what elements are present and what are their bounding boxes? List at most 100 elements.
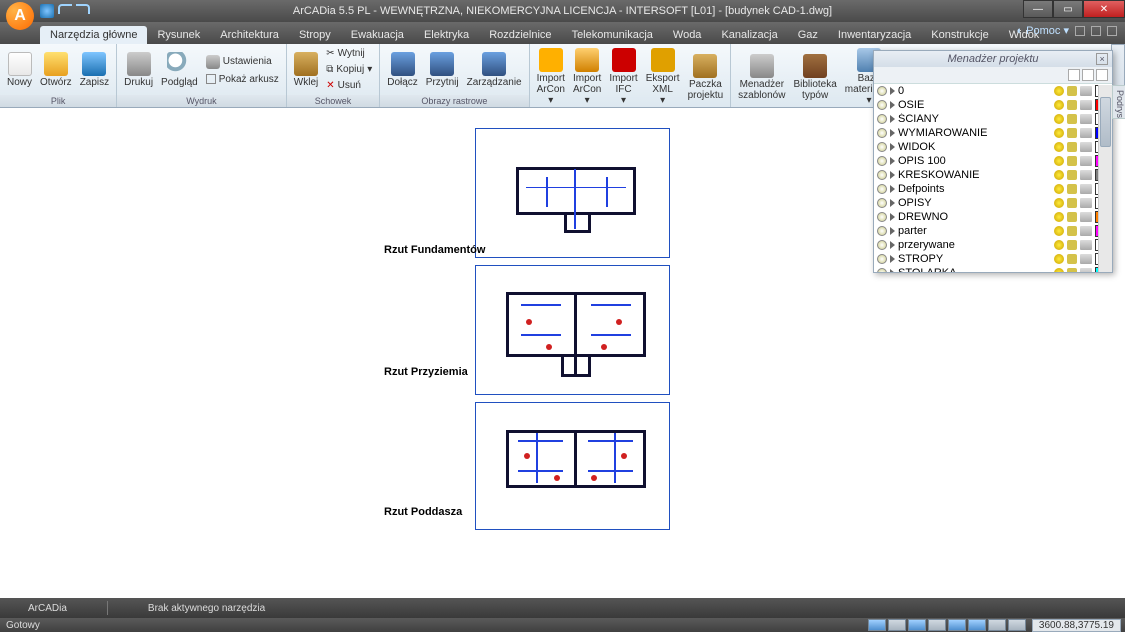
layer-expand-icon[interactable] [890,171,895,179]
open-button[interactable]: Otwórz [37,50,75,90]
layer-expand-icon[interactable] [890,157,895,165]
maximize-button[interactable]: ▭ [1053,0,1083,18]
bulb-icon[interactable] [1054,226,1064,236]
qat-redo-icon[interactable] [76,4,90,14]
panel-side-tab[interactable]: Podrys [1112,85,1125,119]
copy-button[interactable]: ⧉Kopiuj ▾ [323,62,375,77]
help-button[interactable]: ◐ Pomoc ▾ [1016,24,1069,37]
status-toggle-button[interactable] [868,619,886,631]
minimize-button[interactable]: — [1023,0,1053,18]
tab-elektryka[interactable]: Elektryka [414,26,479,44]
tab-inwentaryzacja[interactable]: Inwentaryzacja [828,26,921,44]
lock-icon[interactable] [1067,86,1077,96]
print-button[interactable]: Drukuj [121,50,156,90]
status-toggle-button[interactable] [948,619,966,631]
lock-icon[interactable] [1067,170,1077,180]
bulb-icon[interactable] [1054,184,1064,194]
printer-icon[interactable] [1080,170,1092,180]
printer-icon[interactable] [1080,86,1092,96]
sheet-view[interactable] [475,402,670,530]
mdi-minimize-icon[interactable] [1075,26,1085,36]
printer-icon[interactable] [1080,254,1092,264]
layer-visibility-icon[interactable] [877,100,887,110]
import-ifc-button[interactable]: Import IFC ▾ [606,46,640,108]
bulb-icon[interactable] [1054,128,1064,138]
bulb-icon[interactable] [1054,156,1064,166]
lock-icon[interactable] [1067,240,1077,250]
tab-rysunek[interactable]: Rysunek [147,26,210,44]
scrollbar-thumb[interactable] [1100,97,1111,147]
qat-save-icon[interactable] [40,4,54,18]
status-toggle-button[interactable] [1008,619,1026,631]
layer-expand-icon[interactable] [890,101,895,109]
type-library-button[interactable]: Biblioteka typów [790,52,839,103]
layer-expand-icon[interactable] [890,115,895,123]
status-toggle-button[interactable] [968,619,986,631]
layer-row[interactable]: przerywane [874,238,1112,252]
tab-konstrukcje[interactable]: Konstrukcje [921,26,998,44]
layer-row[interactable]: OPIS 100 [874,154,1112,168]
layer-expand-icon[interactable] [890,227,895,235]
import-arcon2-button[interactable]: Import ArCon ▾ [570,46,604,108]
tab-stropy[interactable]: Stropy [289,26,341,44]
layer-expand-icon[interactable] [890,129,895,137]
panel-scrollbar[interactable] [1098,85,1112,272]
printer-icon[interactable] [1080,198,1092,208]
bulb-icon[interactable] [1054,100,1064,110]
layer-visibility-icon[interactable] [877,226,887,236]
status-toggle-button[interactable] [888,619,906,631]
layer-row[interactable]: OPISY [874,196,1112,210]
tab-kanalizacja[interactable]: Kanalizacja [711,26,787,44]
printer-icon[interactable] [1080,240,1092,250]
lock-icon[interactable] [1067,268,1077,272]
new-button[interactable]: Nowy [4,50,35,90]
layer-visibility-icon[interactable] [877,254,887,264]
project-package-button[interactable]: Paczka projektu [685,52,727,103]
printer-icon[interactable] [1080,156,1092,166]
printer-icon[interactable] [1080,142,1092,152]
status-toggle-button[interactable] [928,619,946,631]
panel-title[interactable]: Menadżer projektu × [874,51,1112,67]
printer-icon[interactable] [1080,100,1092,110]
tab-gaz[interactable]: Gaz [788,26,828,44]
layer-row[interactable]: WIDOK [874,140,1112,154]
lock-icon[interactable] [1067,198,1077,208]
layer-row[interactable]: parter [874,224,1112,238]
crop-image-button[interactable]: Przytnij [423,50,462,90]
bulb-icon[interactable] [1054,86,1064,96]
app-menu-orb[interactable]: A [6,2,34,30]
lock-icon[interactable] [1067,184,1077,194]
printer-icon[interactable] [1080,268,1092,272]
layer-row[interactable]: WYMIAROWANIE [874,126,1112,140]
printer-icon[interactable] [1080,114,1092,124]
layer-visibility-icon[interactable] [877,198,887,208]
lock-icon[interactable] [1067,142,1077,152]
layer-row[interactable]: OSIE [874,98,1112,112]
sheet-view[interactable] [475,128,670,258]
show-sheet-checkbox[interactable]: Pokaż arkusz [203,72,282,87]
tab-ewakuacja[interactable]: Ewakuacja [341,26,414,44]
layer-row[interactable]: 0 [874,84,1112,98]
lock-icon[interactable] [1067,212,1077,222]
layer-expand-icon[interactable] [890,269,895,272]
layer-expand-icon[interactable] [890,185,895,193]
layer-expand-icon[interactable] [890,213,895,221]
lock-icon[interactable] [1067,156,1077,166]
tab-rozdzielnice[interactable]: Rozdzielnice [479,26,561,44]
import-arcon-button[interactable]: Import ArCon ▾ [534,46,568,108]
print-settings-button[interactable]: Ustawienia [203,53,282,71]
layer-expand-icon[interactable] [890,255,895,263]
layer-visibility-icon[interactable] [877,268,887,272]
qat-undo-icon[interactable] [58,4,72,14]
layer-visibility-icon[interactable] [877,142,887,152]
template-manager-button[interactable]: Menadżer szablonów [735,52,788,103]
sheet-view[interactable] [475,265,670,395]
layer-expand-icon[interactable] [890,199,895,207]
layer-visibility-icon[interactable] [877,240,887,250]
status-toggle-button[interactable] [908,619,926,631]
tab-narzedzia-glowne[interactable]: Narzędzia główne [40,26,147,44]
layer-row[interactable]: Defpoints [874,182,1112,196]
delete-button[interactable]: ✕Usuń [323,78,375,93]
layer-expand-icon[interactable] [890,241,895,249]
layer-row[interactable]: KRESKOWANIE [874,168,1112,182]
